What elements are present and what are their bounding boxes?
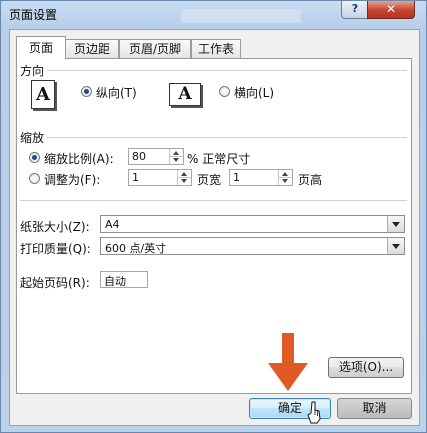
paper-size-select[interactable]: A4 <box>100 215 405 233</box>
fit-pages-tall-value: 1 <box>233 171 240 184</box>
portrait-label[interactable]: 纵向(T) <box>96 84 137 101</box>
landscape-page-icon: A <box>169 83 201 106</box>
adjust-to-label[interactable]: 缩放比例(A): <box>44 150 114 167</box>
dialog-client-area: 页面 页边距 页眉/页脚 工作表 方向 A 纵向(T) A 横向(L) 缩放 缩… <box>9 29 420 426</box>
paper-size-value: A4 <box>105 218 120 231</box>
window-title: 页面设置 <box>9 8 58 22</box>
fit-pages-wide-spinner[interactable]: 1 <box>128 169 192 186</box>
chevron-down-icon[interactable] <box>387 238 404 254</box>
cancel-button[interactable]: 取消 <box>337 398 412 419</box>
tab-panel-page: 方向 A 纵向(T) A 横向(L) 缩放 缩放比例(A): 80 % 正常尺寸 <box>16 58 412 394</box>
tall-spinner-arrows[interactable] <box>278 170 292 185</box>
first-page-number-label: 起始页码(R): <box>20 276 90 290</box>
print-quality-select[interactable]: 600 点/英寸 <box>100 237 405 255</box>
close-button[interactable]: ✕ <box>367 1 415 19</box>
scaling-bottom-divider <box>20 200 407 202</box>
portrait-icon-letter: A <box>36 84 50 105</box>
landscape-icon-letter: A <box>178 84 192 104</box>
help-button[interactable]: ? <box>341 1 369 19</box>
spin-down-icon <box>173 158 179 162</box>
fit-pages-tall-spinner[interactable]: 1 <box>229 169 293 186</box>
chevron-down-icon[interactable] <box>387 216 404 232</box>
spin-down-icon <box>181 179 187 183</box>
scaling-divider <box>47 137 407 139</box>
print-quality-value: 600 点/英寸 <box>105 242 167 255</box>
scaling-heading: 缩放 <box>20 131 45 145</box>
portrait-page-icon: A <box>31 80 55 109</box>
portrait-radio[interactable] <box>81 86 92 97</box>
fit-pages-tall-suffix: 页高 <box>298 173 323 187</box>
landscape-radio[interactable] <box>219 86 230 97</box>
scale-percent-value: 80 <box>132 150 146 163</box>
wide-spinner-arrows[interactable] <box>177 170 191 185</box>
fit-to-radio[interactable] <box>29 173 40 184</box>
tab-header-footer[interactable]: 页眉/页脚 <box>119 39 191 58</box>
tab-sheet[interactable]: 工作表 <box>191 39 241 58</box>
titlebar-background <box>181 9 301 23</box>
spin-down-icon <box>282 179 288 183</box>
down-arrow-icon <box>268 333 308 391</box>
print-quality-label: 打印质量(Q): <box>20 242 91 256</box>
spin-up-icon <box>181 172 187 176</box>
paper-size-label: 纸张大小(Z): <box>20 220 90 234</box>
mouse-cursor-icon <box>307 401 321 424</box>
tab-margins[interactable]: 页边距 <box>65 39 119 58</box>
landscape-label[interactable]: 横向(L) <box>234 84 274 101</box>
spin-up-icon <box>282 172 288 176</box>
scale-percent-suffix: % 正常尺寸 <box>187 152 251 166</box>
scale-percent-spinner[interactable]: 80 <box>128 148 184 165</box>
dialog-window: 页面设置 ? ✕ 页面 页边距 页眉/页脚 工作表 方向 A 纵向(T) A 横… <box>0 0 427 433</box>
adjust-to-radio[interactable] <box>29 152 40 163</box>
spin-up-icon <box>173 151 179 155</box>
options-button[interactable]: 选项(O)... <box>328 357 404 378</box>
fit-pages-wide-value: 1 <box>132 171 139 184</box>
fit-pages-wide-suffix: 页宽 <box>197 173 222 187</box>
scale-spinner-arrows[interactable] <box>169 149 183 164</box>
tab-page[interactable]: 页面 <box>16 36 66 59</box>
fit-to-label[interactable]: 调整为(F): <box>44 171 100 188</box>
first-page-number-input[interactable]: 自动 <box>100 271 148 288</box>
orientation-divider <box>47 70 407 72</box>
orientation-heading: 方向 <box>20 64 45 78</box>
